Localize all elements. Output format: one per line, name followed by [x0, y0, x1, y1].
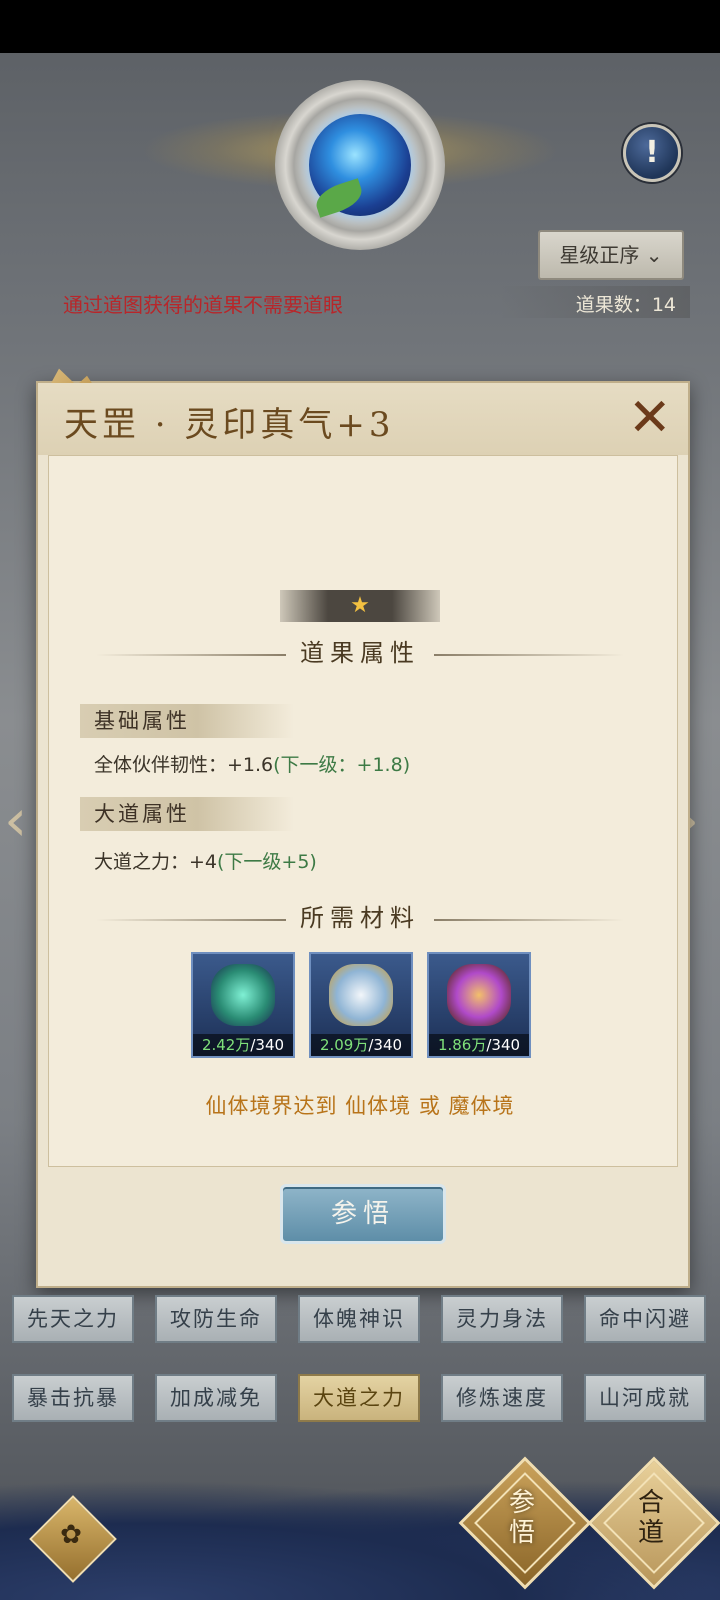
dao-attribute-line: 大道之力：+4(下一级+5) [94, 847, 317, 874]
material-need: /340 [368, 1036, 403, 1054]
merge-mode-bottom: 道 [637, 1518, 664, 1548]
count-value: 14 [651, 294, 676, 316]
attributes-heading-text: 道果属性 [300, 639, 420, 667]
merge-mode-top: 合 [637, 1488, 664, 1518]
status-bar [0, 0, 720, 53]
tab-8[interactable]: 大道之力 [298, 1374, 420, 1422]
help-icon[interactable]: ! [623, 124, 681, 182]
tab-4[interactable]: 灵力身法 [441, 1295, 563, 1343]
attributes-section-heading: 道果属性 [46, 633, 674, 668]
material-have: 2.09万 [319, 1036, 369, 1054]
count-label: 道果数： [575, 294, 652, 316]
tab-9[interactable]: 修炼速度 [441, 1374, 563, 1422]
star-icon: ★ [350, 593, 370, 618]
back-icon: ✿ [60, 1520, 82, 1550]
fruit-count: 道果数：14 [500, 286, 690, 318]
notice-text: 通过道图获得的道果不需要道眼 [63, 293, 343, 317]
realm-requirement: 仙体境界达到 仙体境 或 魔体境 [205, 1094, 515, 1118]
jade-scroll-icon [211, 964, 275, 1026]
spirit-bowl-icon [329, 964, 393, 1026]
tab-1[interactable]: 先天之力 [12, 1295, 134, 1343]
dao-attribute-value: 大道之力：+4 [94, 851, 218, 873]
fruit-detail-dialog: 天罡 · 灵印真气+3 ✕ [36, 368, 690, 1288]
tab-6[interactable]: 暴击抗暴 [12, 1374, 134, 1422]
basic-attribute-line: 全体伙伴韧性：+1.6(下一级：+1.8) [94, 750, 410, 777]
materials-heading-text: 所需材料 [300, 904, 420, 932]
material-slot-2[interactable]: 2.09万/340 [309, 952, 413, 1058]
sort-dropdown[interactable]: 星级正序 ⌄ [538, 230, 684, 280]
close-icon[interactable]: ✕ [628, 389, 672, 447]
dialog-header: 天罡 · 灵印真气+3 ✕ [38, 383, 688, 455]
material-slot-1[interactable]: 2.42万/340 [191, 952, 295, 1058]
basic-attribute-next: (下一级：+1.8) [273, 754, 411, 776]
comprehend-button[interactable]: 参悟 [280, 1184, 446, 1244]
chevron-down-icon: ⌄ [645, 243, 663, 267]
flame-stone-icon [447, 964, 511, 1026]
comprehend-mode-bottom: 悟 [508, 1518, 535, 1548]
material-have: 1.86万 [437, 1036, 487, 1054]
tab-2[interactable]: 攻防生命 [155, 1295, 277, 1343]
comprehend-mode-top: 参 [508, 1488, 535, 1518]
tab-3[interactable]: 体魄神识 [298, 1295, 420, 1343]
sort-label: 星级正序 [559, 243, 640, 267]
material-need: /340 [250, 1036, 285, 1054]
previous-arrow-icon[interactable]: ‹ [4, 790, 38, 850]
star-rating: ★ [280, 590, 440, 622]
tab-5[interactable]: 命中闪避 [584, 1295, 706, 1343]
dao-attribute-next: (下一级+5) [217, 851, 317, 873]
merge-mode-label: 合 道 [606, 1488, 696, 1548]
comprehend-mode-label: 参 悟 [477, 1488, 567, 1548]
basic-attributes-label: 基础属性 [80, 704, 294, 738]
divider-line [96, 918, 286, 921]
dialog-title: 天罡 · 灵印真气+3 [64, 405, 395, 445]
divider-line [96, 653, 286, 656]
divider-line [434, 653, 624, 656]
material-quantity: 1.86万/340 [429, 1034, 529, 1056]
material-quantity: 2.42万/340 [193, 1034, 293, 1056]
tab-7[interactable]: 加成减免 [155, 1374, 277, 1422]
material-quantity: 2.09万/340 [311, 1034, 411, 1056]
divider-line [434, 918, 624, 921]
material-slot-3[interactable]: 1.86万/340 [427, 952, 531, 1058]
basic-attribute-value: 全体伙伴韧性：+1.6 [94, 754, 274, 776]
materials-section-heading: 所需材料 [46, 898, 674, 933]
material-have: 2.42万 [201, 1036, 251, 1054]
dao-attributes-label: 大道属性 [80, 797, 294, 831]
tab-10[interactable]: 山河成就 [584, 1374, 706, 1422]
material-need: /340 [486, 1036, 521, 1054]
